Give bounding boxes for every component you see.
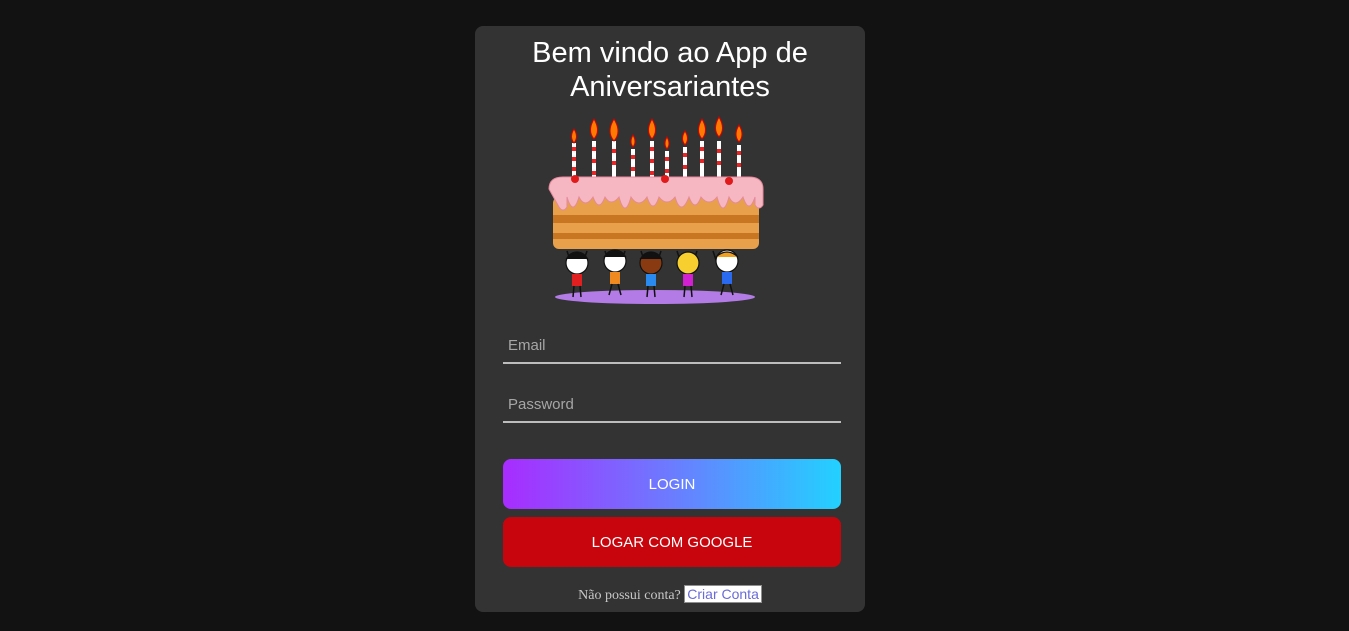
login-card: Bem vindo ao App de Aniversariantes Emai… [475,26,865,612]
signup-prompt: Não possui conta? Criar Conta [475,585,865,604]
email-field[interactable] [503,328,841,362]
title-line-1: Bem vindo ao App de [532,37,808,69]
birthday-cake-illustration [548,116,764,304]
password-field-wrapper [503,387,841,423]
login-button[interactable]: LOGIN [503,459,841,509]
signup-prompt-text: Não possui conta? [578,588,681,603]
password-field[interactable] [503,387,841,421]
google-login-button[interactable]: LOGAR COM GOOGLE [503,517,841,567]
title-line-2: Aniversariantes [570,71,770,103]
page-title: Bem vindo ao App de Aniversariantes [475,36,865,104]
create-account-link[interactable]: Criar Conta [684,585,762,603]
email-field-wrapper [503,328,841,364]
